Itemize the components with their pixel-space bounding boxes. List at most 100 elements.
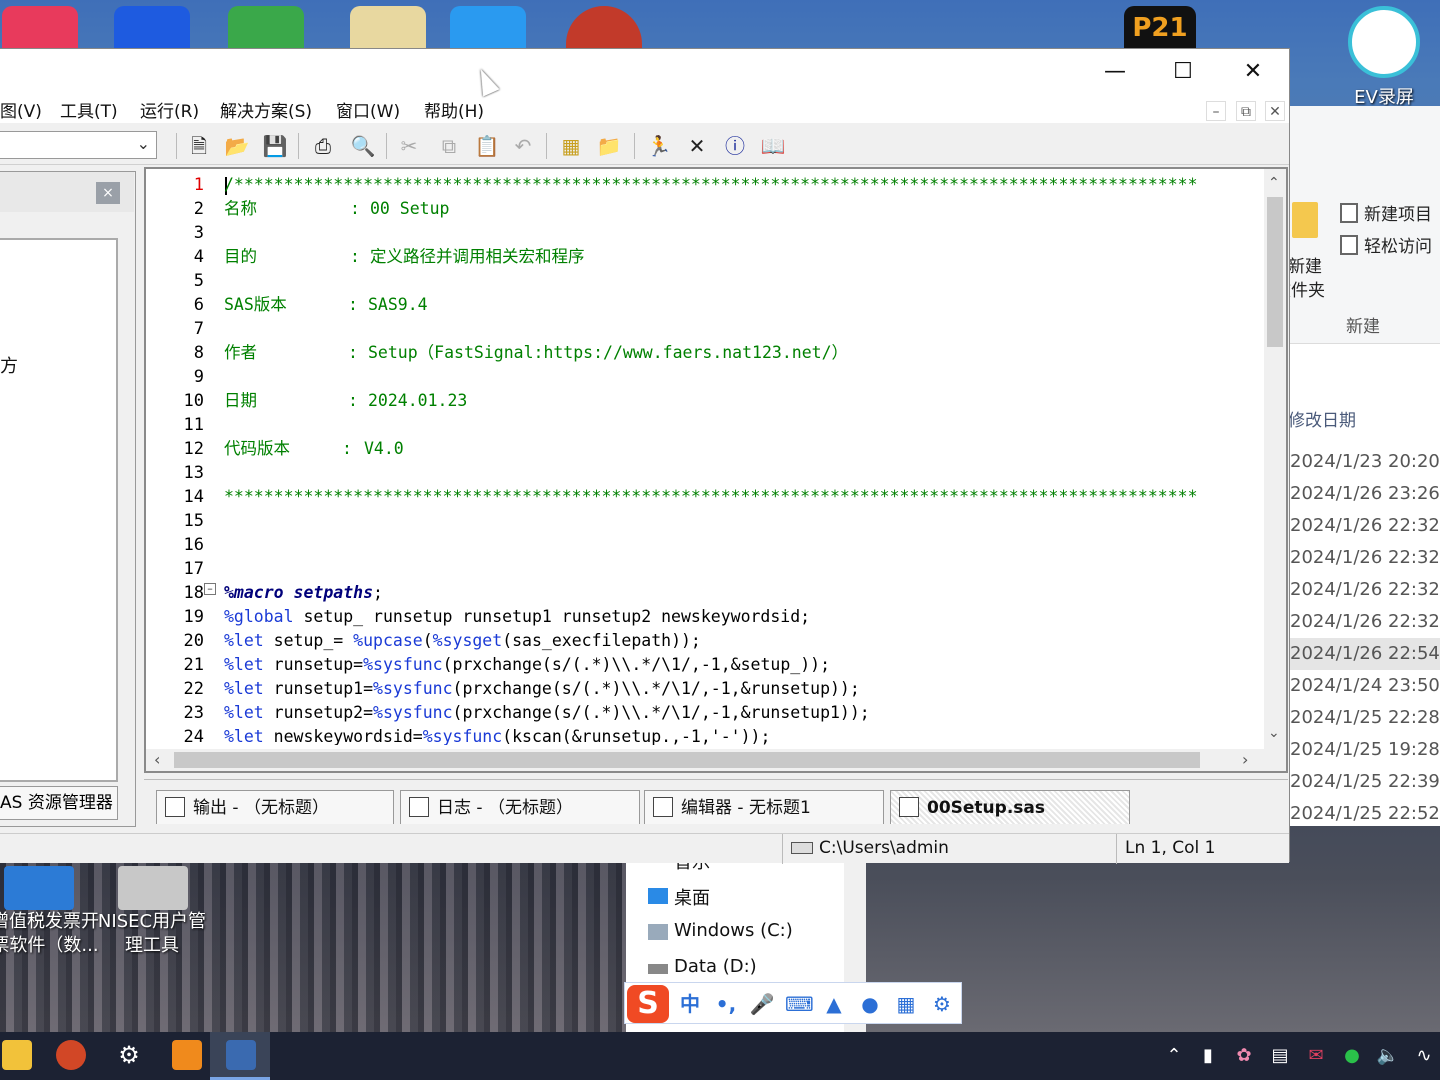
horizontal-scroll-thumb[interactable] bbox=[174, 752, 1200, 768]
scroll-left-icon[interactable]: ‹ bbox=[154, 750, 160, 769]
file-date-row[interactable]: 2024/1/26 22:32 bbox=[1288, 606, 1440, 638]
modified-date-header[interactable]: 修改日期 bbox=[1288, 406, 1356, 431]
tray-expand-icon[interactable]: ⌃ bbox=[1162, 1044, 1186, 1068]
mdi-minimize-button[interactable]: – bbox=[1206, 101, 1226, 121]
open-folder-icon[interactable]: 📂 bbox=[224, 133, 250, 159]
minimize-button[interactable]: — bbox=[1092, 57, 1138, 87]
menu-view[interactable]: 图(V) bbox=[0, 97, 42, 122]
flower-tray-icon[interactable]: ✿ bbox=[1232, 1044, 1256, 1068]
file-date-row[interactable]: 2024/1/25 22:52 bbox=[1288, 798, 1440, 830]
status-path[interactable]: C:\Users\admin bbox=[782, 834, 1116, 864]
menu-solutions[interactable]: 解决方案(S) bbox=[220, 97, 312, 122]
menu-tools[interactable]: 工具(T) bbox=[60, 97, 118, 122]
print-icon[interactable]: ⎙ bbox=[310, 133, 336, 159]
new-folder-icon[interactable] bbox=[1292, 202, 1318, 238]
tab-editor[interactable]: 编辑器 - 无标题1 bbox=[644, 790, 884, 824]
explorer-icon[interactable]: 📁 bbox=[596, 133, 622, 159]
file-date-row[interactable]: 2024/1/26 23:26 bbox=[1288, 478, 1440, 510]
editor-vertical-scrollbar[interactable]: ⌃ ⌄ bbox=[1264, 169, 1286, 749]
sas-explorer-tab[interactable]: AS 资源管理器 bbox=[0, 786, 118, 820]
command-box[interactable]: ⌄ bbox=[0, 131, 157, 159]
nav-c-drive[interactable]: Windows (C:) bbox=[648, 920, 793, 941]
notification-tray-icon[interactable]: ✉ bbox=[1304, 1044, 1328, 1068]
scroll-right-icon[interactable]: › bbox=[1242, 750, 1248, 769]
ime-settings-icon[interactable]: ⚙ bbox=[929, 991, 955, 1017]
disc-app-icon[interactable] bbox=[566, 6, 642, 50]
sas-taskbar-icon[interactable] bbox=[226, 1040, 256, 1070]
ime-punct-toggle[interactable]: •, bbox=[713, 991, 739, 1017]
break-icon[interactable]: ⓘ bbox=[722, 133, 748, 159]
powerpoint-taskbar-icon[interactable] bbox=[56, 1040, 86, 1070]
network-tray-icon[interactable]: ▤ bbox=[1268, 1044, 1292, 1068]
submit-run-icon[interactable]: 🏃 bbox=[646, 133, 672, 159]
scroll-down-icon[interactable]: ⌄ bbox=[1268, 725, 1280, 741]
file-date-row[interactable]: 2024/1/26 22:32 bbox=[1288, 542, 1440, 574]
settings-taskbar-icon[interactable]: ⚙ bbox=[114, 1040, 144, 1070]
file-date-row[interactable]: 2024/1/25 22:39 bbox=[1288, 766, 1440, 798]
vertical-scroll-thumb[interactable] bbox=[1267, 197, 1283, 347]
file-date-row[interactable]: 2024/1/25 22:28 bbox=[1288, 702, 1440, 734]
orange-app-taskbar-icon[interactable] bbox=[172, 1040, 202, 1070]
microphone-tray-icon[interactable]: ▮ bbox=[1196, 1044, 1220, 1068]
editor-horizontal-scrollbar[interactable]: ‹ › bbox=[146, 749, 1286, 771]
sogou-logo-icon[interactable]: S bbox=[627, 985, 669, 1023]
menu-window[interactable]: 窗口(W) bbox=[336, 97, 400, 122]
file-explorer-taskbar-icon[interactable] bbox=[2, 1040, 32, 1070]
line-number: 19 bbox=[183, 607, 204, 627]
libraries-icon[interactable]: ▦ bbox=[558, 133, 584, 159]
panel-close-icon[interactable]: × bbox=[96, 182, 120, 204]
paste-icon[interactable]: 📋 bbox=[474, 133, 500, 159]
p21-app-icon[interactable]: P21 bbox=[1124, 6, 1196, 50]
save-icon[interactable]: 💾 bbox=[262, 133, 288, 159]
tab-00setup[interactable]: 00Setup.sas bbox=[890, 790, 1130, 824]
ev-recorder-icon[interactable] bbox=[1348, 6, 1420, 78]
new-item-button[interactable]: 新建项目 bbox=[1340, 200, 1432, 225]
file-date-row[interactable]: 2024/1/25 19:28 bbox=[1288, 734, 1440, 766]
video-app-icon[interactable] bbox=[2, 6, 78, 50]
file-date-row[interactable]: 2024/1/24 23:50 bbox=[1288, 670, 1440, 702]
new-file-icon[interactable]: 🗎 bbox=[186, 133, 212, 159]
tab-log[interactable]: 日志 - （无标题） bbox=[400, 790, 640, 824]
scroll-up-icon[interactable]: ⌃ bbox=[1268, 175, 1280, 191]
wechat-tray-icon[interactable]: ● bbox=[1340, 1044, 1364, 1068]
game-icon[interactable]: ● bbox=[857, 991, 883, 1017]
file-date-row[interactable]: 2024/1/26 22:32 bbox=[1288, 574, 1440, 606]
keyboard-icon[interactable]: ⌨ bbox=[785, 991, 814, 1017]
help-book-icon[interactable]: 📖 bbox=[760, 133, 786, 159]
file-date-row[interactable]: 2024/1/26 22:32 bbox=[1288, 510, 1440, 542]
mail-app-icon[interactable] bbox=[114, 6, 190, 50]
wifi-tray-icon[interactable]: ∿ bbox=[1412, 1044, 1436, 1068]
easy-access-button[interactable]: 轻松访问 bbox=[1340, 232, 1432, 257]
mdi-restore-button[interactable]: ⧉ bbox=[1236, 101, 1256, 121]
folder-app-icon[interactable] bbox=[350, 6, 426, 50]
code-editor[interactable]: 1 2 3 4 5 6 7 8 9 10 11 12 13 14 15 16 17 18 19 20 21 22 23 24 … bbox=[144, 167, 1288, 773]
panel-content[interactable] bbox=[0, 238, 118, 782]
file-date-row[interactable]: 2024/1/26 22:54 bbox=[1288, 638, 1440, 670]
nav-desktop[interactable]: 桌面 bbox=[648, 884, 710, 910]
green-app-icon[interactable] bbox=[228, 6, 304, 50]
close-button[interactable]: ✕ bbox=[1230, 57, 1276, 87]
menu-run[interactable]: 运行(R) bbox=[140, 97, 199, 122]
print-preview-icon[interactable]: 🔍 bbox=[350, 133, 376, 159]
cut-icon[interactable]: ✂ bbox=[396, 133, 422, 159]
nisec-app-icon[interactable] bbox=[118, 866, 188, 910]
ime-lang-toggle[interactable]: 中 bbox=[677, 991, 703, 1017]
tax-app-icon[interactable] bbox=[4, 866, 74, 910]
skin-icon[interactable]: ▲ bbox=[821, 991, 847, 1017]
undo-icon[interactable]: ↶ bbox=[510, 133, 536, 159]
toolbox-icon[interactable]: ▦ bbox=[893, 991, 919, 1017]
copy-icon[interactable]: ⧉ bbox=[436, 133, 462, 159]
clear-all-icon[interactable]: ✕ bbox=[684, 133, 710, 159]
nav-d-drive[interactable]: Data (D:) bbox=[648, 956, 757, 977]
chevron-down-icon[interactable]: ⌄ bbox=[137, 134, 150, 153]
maximize-button[interactable]: ☐ bbox=[1160, 57, 1206, 87]
blue-app-icon[interactable] bbox=[450, 6, 526, 50]
sas-title-bar[interactable]: — ☐ ✕ bbox=[0, 49, 1289, 95]
file-date-row[interactable]: 2024/1/23 20:20 bbox=[1288, 446, 1440, 478]
volume-tray-icon[interactable]: 🔈 bbox=[1376, 1044, 1400, 1068]
tab-output[interactable]: 输出 - （无标题） bbox=[156, 790, 394, 824]
fold-toggle-icon[interactable]: – bbox=[204, 583, 216, 595]
menu-help[interactable]: 帮助(H) bbox=[424, 97, 484, 122]
mdi-close-button[interactable]: ✕ bbox=[1265, 101, 1285, 121]
microphone-icon[interactable]: 🎤 bbox=[749, 991, 775, 1017]
